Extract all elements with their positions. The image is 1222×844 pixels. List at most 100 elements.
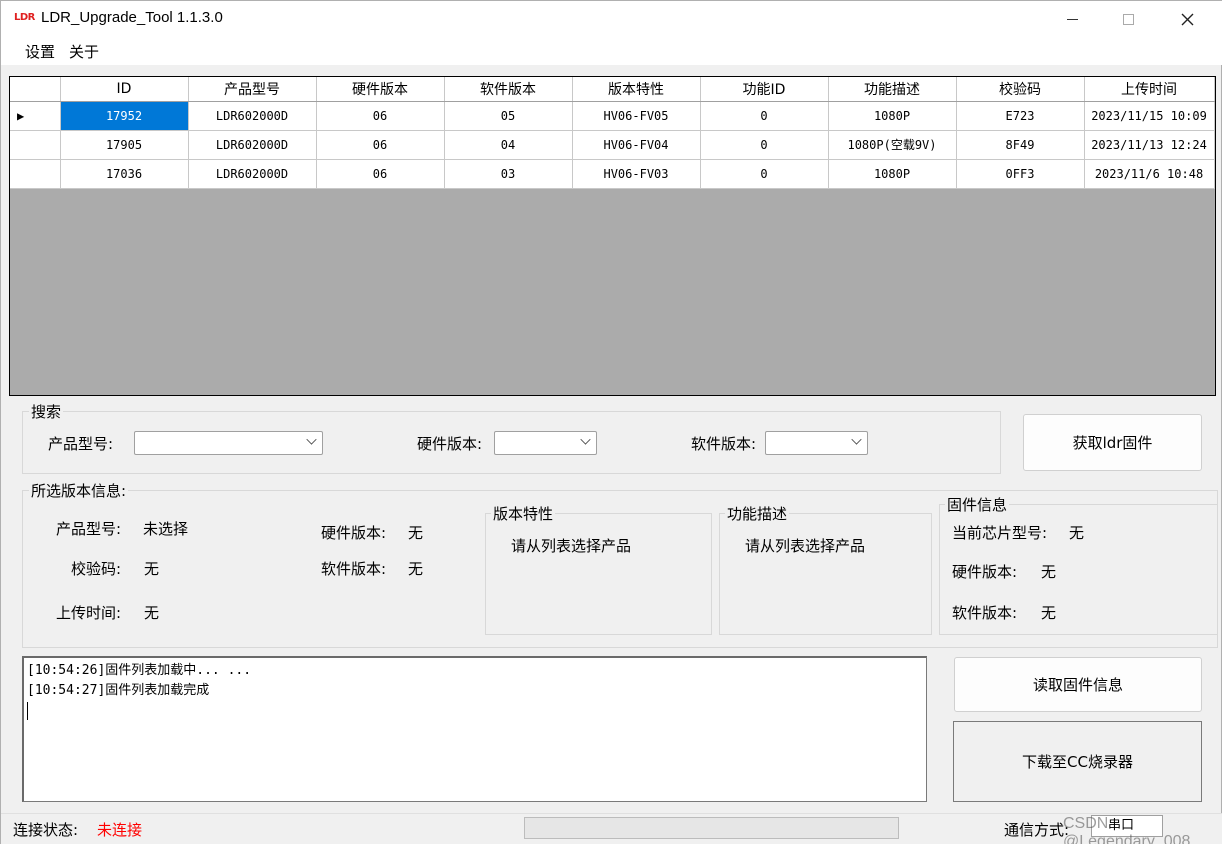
menu-settings[interactable]: 设置 — [25, 41, 55, 62]
table-cell[interactable]: 2023/11/6 10:48 — [1084, 159, 1215, 189]
selected-hw-value: 无 — [408, 524, 424, 542]
column-header[interactable]: ID — [60, 77, 189, 102]
grid-header-row: ID 产品型号 硬件版本 软件版本 版本特性 功能ID 功能描述 校验码 上传时… — [10, 77, 1215, 102]
table-cell[interactable]: 8F49 — [956, 130, 1085, 160]
fw-sw-value: 无 — [1041, 604, 1057, 622]
column-header[interactable]: 版本特性 — [572, 77, 701, 102]
download-to-burner-button[interactable]: 下载至CC烧录器 — [953, 721, 1202, 802]
table-row[interactable]: 17905 LDR602000D 06 04 HV06-FV04 0 1080P(空载9V)… — [10, 130, 1215, 160]
chevron-down-icon — [851, 434, 862, 445]
selected-sw-label: 软件版本: — [321, 560, 387, 578]
search-sw-label: 软件版本: — [691, 435, 757, 453]
selected-product-value: 未选择 — [143, 520, 189, 538]
table-cell[interactable]: 05 — [444, 101, 573, 131]
search-product-label: 产品型号: — [48, 435, 114, 453]
table-cell[interactable]: 1080P(空载9V) — [828, 130, 957, 160]
fetch-firmware-button[interactable]: 获取ldr固件 — [1023, 414, 1202, 471]
log-textbox[interactable]: [10:54:26]固件列表加载中... ... [10:54:27]固件列表加… — [22, 656, 927, 802]
selected-checksum-label: 校验码: — [71, 560, 122, 578]
table-cell[interactable]: HV06-FV03 — [572, 159, 701, 189]
maximize-button[interactable] — [1100, 1, 1156, 37]
selected-upload-label: 上传时间: — [56, 604, 122, 622]
table-cell[interactable]: 17905 — [60, 130, 189, 160]
table-cell[interactable]: 1080P — [828, 101, 957, 131]
selected-product-label: 产品型号: — [56, 520, 122, 538]
product-model-select[interactable] — [134, 431, 323, 455]
log-line: [10:54:26]固件列表加载中... ... — [27, 663, 252, 678]
window-title: LDR_Upgrade_Tool 1.1.3.0 — [41, 9, 223, 26]
table-cell[interactable]: HV06-FV04 — [572, 130, 701, 160]
version-feature-title: 版本特性 — [491, 503, 556, 524]
fw-hw-label: 硬件版本: — [952, 563, 1018, 581]
table-cell[interactable]: 0 — [700, 101, 829, 131]
column-header[interactable]: 硬件版本 — [316, 77, 445, 102]
hw-version-select[interactable] — [494, 431, 597, 455]
selected-checksum-value: 无 — [144, 560, 160, 578]
selected-sw-value: 无 — [408, 560, 424, 578]
table-cell[interactable]: 06 — [316, 101, 445, 131]
chip-model-value: 无 — [1069, 524, 1085, 542]
title-bar: LDR LDR_Upgrade_Tool 1.1.3.0 — [1, 1, 1222, 37]
maximize-icon — [1122, 13, 1134, 25]
table-cell[interactable]: 17952 — [60, 101, 189, 131]
table-row[interactable]: ▶ 17952 LDR602000D 06 05 HV06-FV05 0 1080P E723 2… — [10, 101, 1215, 131]
close-button[interactable] — [1159, 1, 1215, 37]
table-cell[interactable]: 2023/11/13 12:24 — [1084, 130, 1215, 160]
comm-mode-label: 通信方式: — [1004, 821, 1070, 839]
chevron-down-icon — [580, 434, 591, 445]
table-cell[interactable]: 0FF3 — [956, 159, 1085, 189]
table-cell[interactable]: E723 — [956, 101, 1085, 131]
table-cell[interactable]: LDR602000D — [188, 159, 317, 189]
table-cell[interactable]: 0 — [700, 159, 829, 189]
minimize-button[interactable] — [1044, 1, 1100, 37]
function-desc-text: 请从列表选择产品 — [745, 537, 866, 555]
selected-info-title: 所选版本信息: — [29, 480, 129, 501]
minimize-icon — [1066, 18, 1078, 20]
fw-hw-value: 无 — [1041, 563, 1057, 581]
fw-sw-label: 软件版本: — [952, 604, 1018, 622]
table-cell[interactable]: 04 — [444, 130, 573, 160]
column-header[interactable]: 上传时间 — [1084, 77, 1215, 102]
row-header[interactable] — [10, 159, 61, 189]
column-header[interactable]: 校验码 — [956, 77, 1085, 102]
grid-corner — [10, 77, 61, 102]
menu-bar: 设置 关于 — [1, 37, 1222, 65]
connection-status-value: 未连接 — [97, 821, 143, 839]
table-row[interactable]: 17036 LDR602000D 06 03 HV06-FV03 0 1080P 0FF3 20… — [10, 159, 1215, 189]
table-cell[interactable]: 0 — [700, 130, 829, 160]
selected-upload-value: 无 — [144, 604, 160, 622]
read-firmware-info-button[interactable]: 读取固件信息 — [954, 657, 1202, 712]
table-cell[interactable]: 17036 — [60, 159, 189, 189]
table-cell[interactable]: LDR602000D — [188, 101, 317, 131]
chip-model-label: 当前芯片型号: — [952, 524, 1048, 542]
table-cell[interactable]: HV06-FV05 — [572, 101, 701, 131]
row-header[interactable] — [10, 130, 61, 160]
firmware-info-title: 固件信息 — [945, 494, 1010, 515]
version-feature-text: 请从列表选择产品 — [511, 537, 632, 555]
search-group-title: 搜索 — [29, 401, 64, 422]
column-header[interactable]: 功能ID — [700, 77, 829, 102]
function-desc-title: 功能描述 — [725, 503, 790, 524]
column-header[interactable]: 产品型号 — [188, 77, 317, 102]
table-cell[interactable]: 03 — [444, 159, 573, 189]
table-cell[interactable]: 06 — [316, 159, 445, 189]
column-header[interactable]: 软件版本 — [444, 77, 573, 102]
firmware-grid[interactable]: ID 产品型号 硬件版本 软件版本 版本特性 功能ID 功能描述 校验码 上传时… — [9, 76, 1216, 396]
selected-hw-label: 硬件版本: — [321, 524, 387, 542]
search-hw-label: 硬件版本: — [417, 435, 483, 453]
row-header[interactable]: ▶ — [10, 101, 61, 131]
menu-about[interactable]: 关于 — [69, 41, 99, 62]
app-window: LDR LDR_Upgrade_Tool 1.1.3.0 设置 关于 ID 产品… — [0, 0, 1222, 844]
table-cell[interactable]: LDR602000D — [188, 130, 317, 160]
table-cell[interactable]: 06 — [316, 130, 445, 160]
column-header[interactable]: 功能描述 — [828, 77, 957, 102]
sw-version-select[interactable] — [765, 431, 868, 455]
table-cell[interactable]: 2023/11/15 10:09 — [1084, 101, 1215, 131]
chevron-down-icon — [306, 434, 317, 445]
text-caret — [27, 701, 28, 720]
table-cell[interactable]: 1080P — [828, 159, 957, 189]
status-bar: 连接状态: 未连接 通信方式: 串口 — [1, 813, 1222, 844]
connection-status-label: 连接状态: — [13, 821, 79, 839]
close-icon — [1181, 13, 1193, 25]
watermark: CSDN @Legendary_008 — [1063, 815, 1191, 844]
